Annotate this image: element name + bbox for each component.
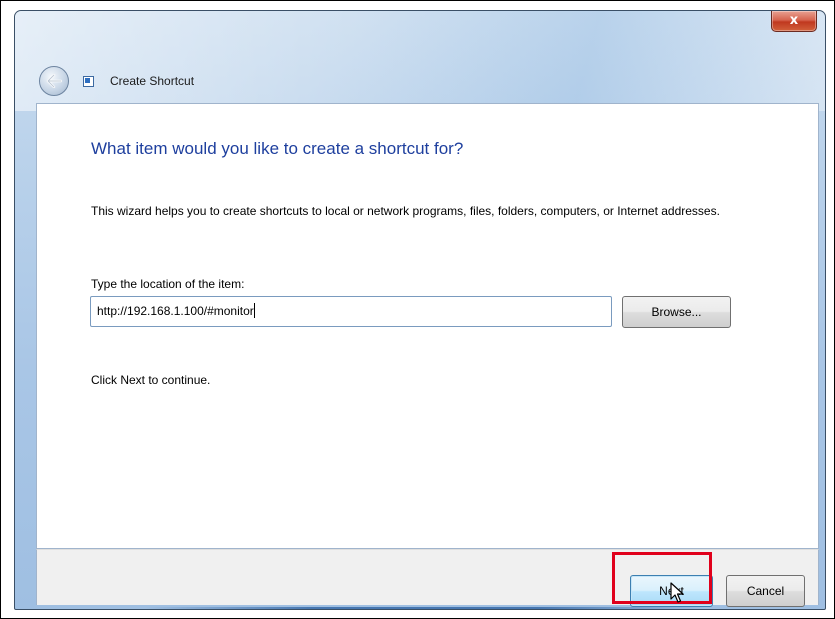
create-shortcut-window: x Create Shortcut What item would you li… (14, 10, 826, 610)
window-bottom-shine (145, 607, 705, 609)
close-icon: x (789, 13, 799, 28)
cancel-button[interactable]: Cancel (726, 575, 805, 607)
wizard-footer: Next Cancel (36, 549, 819, 607)
title-bar-glass (15, 11, 825, 111)
location-label: Type the location of the item: (91, 277, 245, 291)
shortcut-icon (83, 76, 94, 87)
wizard-heading: What item would you like to create a sho… (91, 139, 464, 158)
location-input[interactable]: http://192.168.1.100/#monitor (90, 296, 612, 327)
window-title: Create Shortcut (110, 74, 195, 88)
continue-instruction: Click Next to continue. (91, 373, 211, 387)
close-button[interactable]: x (771, 11, 817, 32)
next-button[interactable]: Next (630, 575, 713, 607)
location-input-value: http://192.168.1.100/#monitor (97, 304, 254, 318)
wizard-content: What item would you like to create a sho… (36, 103, 819, 549)
back-button[interactable] (39, 66, 69, 96)
back-arrow-icon (46, 74, 62, 88)
text-caret (253, 303, 255, 318)
wizard-intro-text: This wizard helps you to create shortcut… (91, 204, 720, 218)
browse-button[interactable]: Browse... (622, 296, 731, 328)
